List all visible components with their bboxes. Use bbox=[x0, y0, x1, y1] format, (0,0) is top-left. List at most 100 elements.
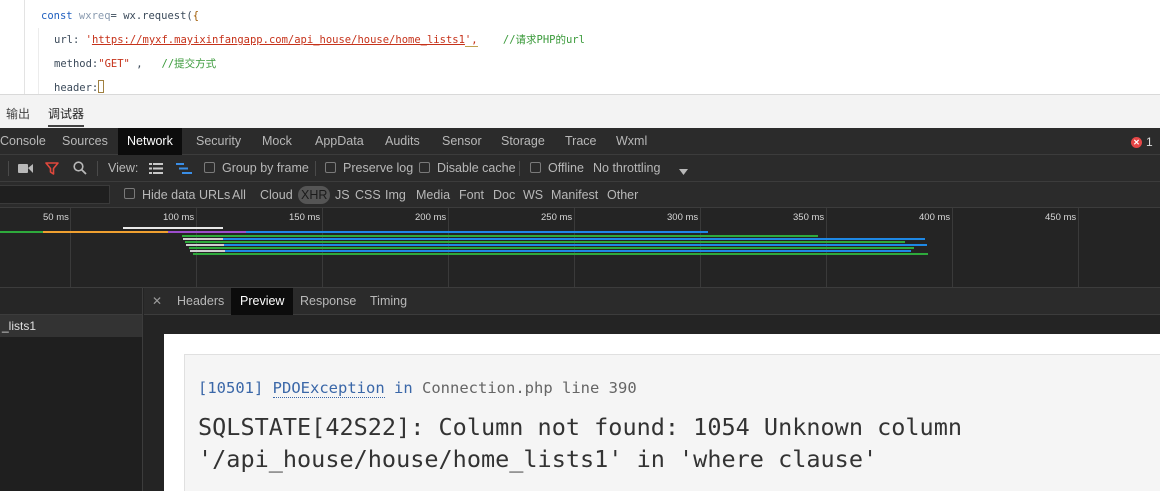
toolbar-divider bbox=[97, 161, 98, 176]
group-by-frame-checkbox[interactable] bbox=[204, 162, 215, 173]
waterfall-bar bbox=[185, 241, 905, 243]
code-line-4: header: bbox=[54, 80, 105, 94]
waterfall-bar bbox=[182, 235, 818, 237]
filter-type-css[interactable]: CSS bbox=[355, 188, 381, 202]
code-line-3: method:"GET" , //提交方式 bbox=[54, 58, 217, 70]
waterfall-bar bbox=[183, 238, 925, 240]
tab-timing[interactable]: Timing bbox=[361, 288, 416, 315]
waterfall-bar bbox=[43, 231, 168, 233]
preserve-log-checkbox[interactable] bbox=[325, 162, 336, 173]
tab-preview[interactable]: Preview bbox=[231, 288, 294, 315]
filter-type-img[interactable]: Img bbox=[385, 188, 406, 202]
filter-type-ws[interactable]: WS bbox=[523, 188, 543, 202]
tab-appdata[interactable]: AppData bbox=[306, 128, 373, 155]
timeline-selection-marker bbox=[123, 227, 223, 229]
list-view-icon[interactable] bbox=[149, 163, 163, 174]
code-editor[interactable]: const wxreq= wx.request({ url: 'https://… bbox=[0, 0, 1160, 94]
filter-type-all[interactable]: All bbox=[232, 188, 246, 202]
waterfall-bar-queue bbox=[190, 250, 225, 252]
filter-type-js[interactable]: JS bbox=[335, 188, 350, 202]
filter-input[interactable] bbox=[0, 185, 110, 204]
disable-cache-checkbox[interactable] bbox=[419, 162, 430, 173]
filter-type-media[interactable]: Media bbox=[416, 188, 450, 202]
error-icon: ✕ bbox=[1131, 136, 1142, 148]
filter-type-other[interactable]: Other bbox=[607, 188, 638, 202]
filter-type-doc[interactable]: Doc bbox=[493, 188, 515, 202]
toolbar-divider bbox=[315, 161, 316, 176]
timeline-gridline bbox=[1078, 208, 1079, 287]
exception-location: Connection.php line 390 bbox=[422, 379, 637, 397]
code-line-2: url: 'https://myxf.mayixinfangapp.com/ap… bbox=[54, 34, 585, 47]
timeline-tick: 150 ms bbox=[289, 212, 321, 223]
exception-class[interactable]: PDOException bbox=[272, 379, 385, 398]
tab-headers[interactable]: Headers bbox=[168, 288, 233, 315]
filter-type-font[interactable]: Font bbox=[459, 188, 484, 202]
preview-page: [10501] PDOException in Connection.php l… bbox=[164, 334, 1160, 491]
request-row[interactable]: _lists1 bbox=[0, 315, 142, 337]
view-label: View: bbox=[108, 161, 139, 175]
tab-mock[interactable]: Mock bbox=[253, 128, 301, 155]
filter-type-manifest[interactable]: Manifest bbox=[551, 188, 598, 202]
throttling-select[interactable]: No throttling bbox=[593, 161, 660, 175]
text-cursor bbox=[98, 80, 105, 93]
preview-pane: [10501] PDOException in Connection.php l… bbox=[144, 315, 1160, 491]
devtools-tab-bar: Console Sources Network Security Mock Ap… bbox=[0, 128, 1160, 155]
request-list: _lists1 bbox=[0, 288, 143, 491]
waterfall-bar-queue bbox=[186, 244, 224, 246]
timeline-gridline bbox=[70, 208, 71, 287]
close-icon[interactable]: ✕ bbox=[152, 288, 162, 315]
waterfall-bar bbox=[0, 231, 43, 233]
toolbar-divider bbox=[8, 161, 9, 176]
tab-security[interactable]: Security bbox=[187, 128, 250, 155]
tab-sensor[interactable]: Sensor bbox=[433, 128, 491, 155]
waterfall-view-icon[interactable] bbox=[176, 163, 192, 174]
camera-icon[interactable] bbox=[18, 163, 33, 174]
filter-type-xhr[interactable]: XHR bbox=[298, 186, 331, 204]
waterfall-bar-queue bbox=[183, 238, 223, 240]
timeline-gridline bbox=[952, 208, 953, 287]
tab-audits[interactable]: Audits bbox=[376, 128, 429, 155]
tab-wxml[interactable]: Wxml bbox=[607, 128, 656, 155]
error-counter[interactable]: ✕ 1 bbox=[1131, 135, 1153, 149]
waterfall-bar bbox=[168, 231, 246, 233]
chevron-down-icon[interactable] bbox=[679, 165, 688, 175]
waterfall-bar bbox=[246, 231, 708, 233]
network-toolbar: View: Group by frame Preserve log Disabl… bbox=[0, 155, 1160, 182]
network-timeline-overview[interactable]: 50 ms 100 ms 150 ms 200 ms 250 ms 300 ms… bbox=[0, 208, 1160, 288]
tab-console[interactable]: Console bbox=[0, 128, 55, 155]
panel-tab-output[interactable]: 输出 bbox=[6, 105, 30, 122]
tab-storage[interactable]: Storage bbox=[492, 128, 554, 155]
offline-checkbox[interactable] bbox=[530, 162, 541, 173]
tab-trace[interactable]: Trace bbox=[556, 128, 606, 155]
waterfall-bar bbox=[191, 250, 911, 252]
exception-header: [10501] PDOException in Connection.php l… bbox=[198, 379, 637, 398]
hide-data-urls-checkbox[interactable] bbox=[124, 188, 135, 199]
timeline-tick: 100 ms bbox=[163, 212, 195, 223]
code-line-1: const wxreq= wx.request({ bbox=[41, 10, 200, 22]
exception-message: SQLSTATE[42S22]: Column not found: 1054 … bbox=[198, 413, 963, 473]
editor-indent-guide bbox=[24, 0, 25, 94]
disable-cache-label: Disable cache bbox=[437, 161, 516, 175]
filter-icon[interactable] bbox=[45, 162, 59, 175]
timeline-tick: 350 ms bbox=[793, 212, 825, 223]
search-icon[interactable] bbox=[73, 161, 87, 175]
preserve-log-label: Preserve log bbox=[343, 161, 414, 175]
group-by-frame-label: Group by frame bbox=[222, 161, 309, 175]
editor-indent-guide-inner bbox=[38, 28, 39, 94]
timeline-tick: 250 ms bbox=[541, 212, 573, 223]
error-code: [10501] bbox=[198, 379, 264, 397]
offline-label: Offline bbox=[548, 161, 584, 175]
tab-network[interactable]: Network bbox=[118, 128, 182, 155]
filter-bar: Hide data URLs All Cloud XHR JS CSS Img … bbox=[0, 182, 1160, 208]
tab-response[interactable]: Response bbox=[291, 288, 365, 315]
hide-data-urls-label: Hide data URLs bbox=[142, 188, 231, 202]
tab-sources[interactable]: Sources bbox=[53, 128, 117, 155]
request-detail-tabs: ✕ Headers Preview Response Timing bbox=[144, 288, 1160, 315]
timeline-tick: 450 ms bbox=[1045, 212, 1077, 223]
filter-type-cloud[interactable]: Cloud bbox=[260, 188, 293, 202]
panel-tab-debugger[interactable]: 调试器 bbox=[48, 105, 85, 127]
waterfall-bar bbox=[193, 253, 928, 255]
timeline-tick: 50 ms bbox=[43, 212, 69, 223]
request-list-header bbox=[0, 288, 142, 315]
waterfall-bar bbox=[189, 247, 914, 249]
